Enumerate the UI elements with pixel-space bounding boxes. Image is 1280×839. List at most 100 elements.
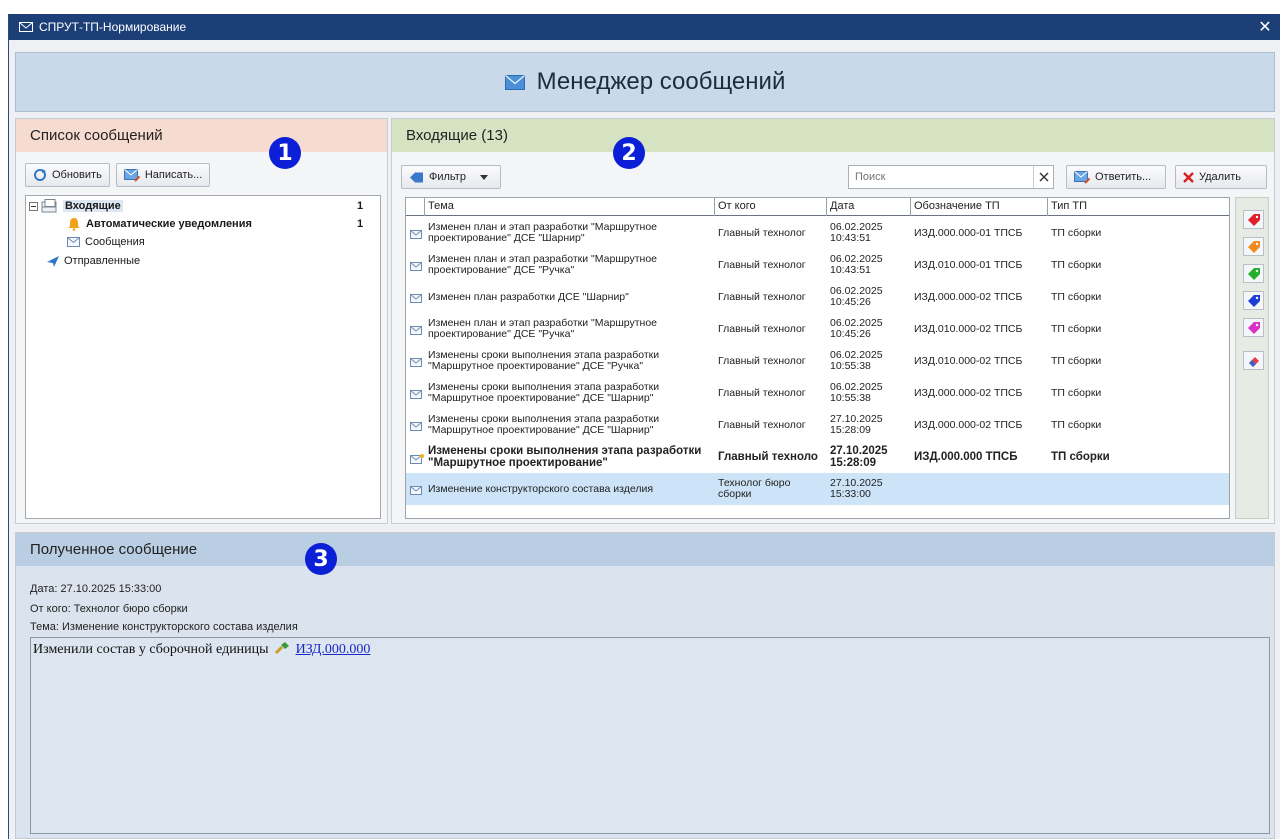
assembly-unit-link[interactable]: ИЗД.000.000	[296, 642, 371, 657]
list-toolbar: Обновить Написать...	[25, 163, 211, 187]
cell-subject: Изменен план и этап разработки "Маршрутн…	[428, 221, 658, 244]
tree-item-inbox[interactable]: Входящие 1	[29, 197, 379, 215]
delete-icon	[1183, 171, 1194, 183]
table-row[interactable]: Изменен план и этап разработки "Маршрутн…	[406, 249, 1229, 281]
cell-from: Главный технолог	[718, 354, 806, 367]
tag-toolbar	[1235, 197, 1269, 519]
cell-subject: Изменены сроки выполнения этапа разработ…	[428, 349, 660, 372]
column-header-from[interactable]: От кого	[714, 198, 826, 216]
refresh-button[interactable]: Обновить	[25, 163, 110, 187]
column-header-subject[interactable]: Тема	[424, 198, 714, 216]
table-row[interactable]: Изменен план и этап разработки "Маршрутн…	[406, 217, 1229, 249]
send-icon	[47, 255, 59, 267]
refresh-icon	[34, 169, 46, 181]
green-tag-button[interactable]	[1243, 264, 1264, 283]
cell-subject: Изменен план разработки ДСЕ "Шарнир"	[428, 290, 629, 303]
tree-item-messages[interactable]: Сообщения	[67, 233, 145, 251]
compose-mail-icon	[123, 168, 140, 182]
auto-count: 1	[357, 218, 364, 230]
cell-date: 06.02.2025 10:45:26	[830, 285, 883, 308]
blue-tag-icon	[1247, 294, 1260, 307]
search-input[interactable]	[849, 167, 1033, 187]
envelope-icon	[410, 262, 422, 271]
cell-designation: ИЗД.010.000-02 ТПСБ	[914, 354, 1023, 367]
tree-label-messages: Сообщения	[85, 236, 145, 248]
message-from: От кого: Технолог бюро сборки	[30, 603, 188, 615]
new-mail-icon	[410, 454, 424, 464]
cell-type: ТП сборки	[1051, 451, 1110, 463]
table-row-unread[interactable]: Изменены сроки выполнения этапа разработ…	[406, 441, 1229, 473]
red-tag-button[interactable]	[1243, 210, 1264, 229]
window-title: СПРУТ-ТП-Нормирование	[39, 20, 187, 34]
envelope-icon	[67, 237, 80, 247]
clear-tag-button[interactable]	[1243, 351, 1264, 370]
collapse-icon[interactable]	[29, 201, 38, 211]
cell-date: 27.10.2025 15:33:00	[830, 477, 883, 500]
column-header-type[interactable]: Тип ТП	[1047, 198, 1187, 216]
envelope-icon	[410, 486, 422, 495]
table-row-selected[interactable]: Изменение конструкторского состава издел…	[406, 473, 1229, 505]
cell-date: 06.02.2025 10:43:51	[830, 253, 883, 276]
cell-from: Главный технолог	[718, 226, 806, 239]
cell-designation: ИЗД.010.000-02 ТПСБ	[914, 322, 1023, 335]
app-window: СПРУТ-ТП-Нормирование ✕ Менеджер сообщен…	[8, 14, 1280, 839]
cell-type: ТП сборки	[1051, 322, 1102, 335]
close-button[interactable]: ✕	[1250, 14, 1280, 40]
cell-designation: ИЗД.000.000-02 ТПСБ	[914, 418, 1023, 431]
column-header-designation[interactable]: Обозначение ТП	[910, 198, 1047, 216]
table-row[interactable]: Изменен план разработки ДСЕ "Шарнир" Гла…	[406, 281, 1229, 313]
table-row[interactable]: Изменены сроки выполнения этапа разработ…	[406, 345, 1229, 377]
orange-tag-button[interactable]	[1243, 237, 1264, 256]
message-preview-panel: Полученное сообщение 3 Дата: 27.10.2025 …	[15, 532, 1275, 839]
table-row[interactable]: Изменены сроки выполнения этапа разработ…	[406, 409, 1229, 441]
page-title: Менеджер сообщений	[536, 68, 786, 95]
title-bar: СПРУТ-ТП-Нормирование ✕	[9, 14, 1280, 40]
envelope-icon	[410, 358, 422, 367]
envelope-icon	[410, 294, 422, 303]
table-row[interactable]: Изменен план и этап разработки "Маршрутн…	[406, 313, 1229, 345]
cell-from: Главный техноло	[718, 451, 818, 463]
blue-tag-button[interactable]	[1243, 291, 1264, 310]
cell-designation: ИЗД.010.000-01 ТПСБ	[914, 258, 1023, 271]
cell-subject: Изменены сроки выполнения этапа разработ…	[428, 381, 660, 404]
green-tag-icon	[1247, 267, 1260, 280]
tree-item-sent[interactable]: Отправленные	[46, 252, 140, 270]
cell-type: ТП сборки	[1051, 290, 1102, 303]
panel-title: Список сообщений	[16, 119, 387, 152]
message-body-text: Изменили состав у сборочной единицы	[33, 642, 269, 657]
orange-tag-icon	[1247, 240, 1260, 253]
filter-button[interactable]: Фильтр	[401, 165, 501, 189]
cell-date: 06.02.2025 10:55:38	[830, 349, 883, 372]
table-row[interactable]: Изменены сроки выполнения этапа разработ…	[406, 377, 1229, 409]
cell-designation	[914, 473, 1046, 505]
cell-from: Главный технолог	[718, 258, 806, 271]
inbox-count: 1	[357, 200, 364, 212]
chevron-down-icon	[479, 174, 488, 180]
cell-from: Главный технолог	[718, 290, 806, 303]
message-list-panel: Список сообщений 1 Обновить Написать... …	[15, 118, 388, 524]
cell-type: ТП сборки	[1051, 386, 1102, 399]
message-body[interactable]: Изменили состав у сборочной единицы ИЗД.…	[30, 637, 1270, 834]
envelope-icon	[410, 230, 422, 239]
clear-search-button[interactable]	[1033, 166, 1053, 188]
reply-button[interactable]: Ответить...	[1066, 165, 1166, 189]
magenta-tag-icon	[1247, 321, 1260, 334]
message-date: Дата: 27.10.2025 15:33:00	[30, 583, 162, 595]
tree-item-auto-notifications[interactable]: Автоматические уведомления 1	[67, 215, 379, 233]
search-field[interactable]	[848, 165, 1054, 189]
column-header-date[interactable]: Дата	[826, 198, 910, 216]
delete-button[interactable]: Удалить	[1175, 165, 1267, 189]
cell-date: 27.10.2025 15:28:09	[830, 445, 888, 469]
header-banner: Менеджер сообщений	[15, 52, 1275, 112]
envelope-icon	[410, 390, 422, 399]
compose-button[interactable]: Написать...	[115, 163, 211, 187]
tree-label-sent: Отправленные	[64, 255, 141, 267]
cell-subject: Изменен план и этап разработки "Маршрутн…	[428, 317, 658, 340]
cell-subject: Изменение конструкторского состава издел…	[428, 482, 654, 495]
envelope-icon	[504, 74, 525, 90]
cell-subject: Изменены сроки выполнения этапа разработ…	[428, 413, 660, 436]
message-subject: Тема: Изменение конструкторского состава…	[30, 621, 298, 633]
assembly-unit-icon	[275, 642, 290, 655]
magenta-tag-button[interactable]	[1243, 318, 1264, 337]
callout-badge-1: 1	[269, 137, 301, 169]
